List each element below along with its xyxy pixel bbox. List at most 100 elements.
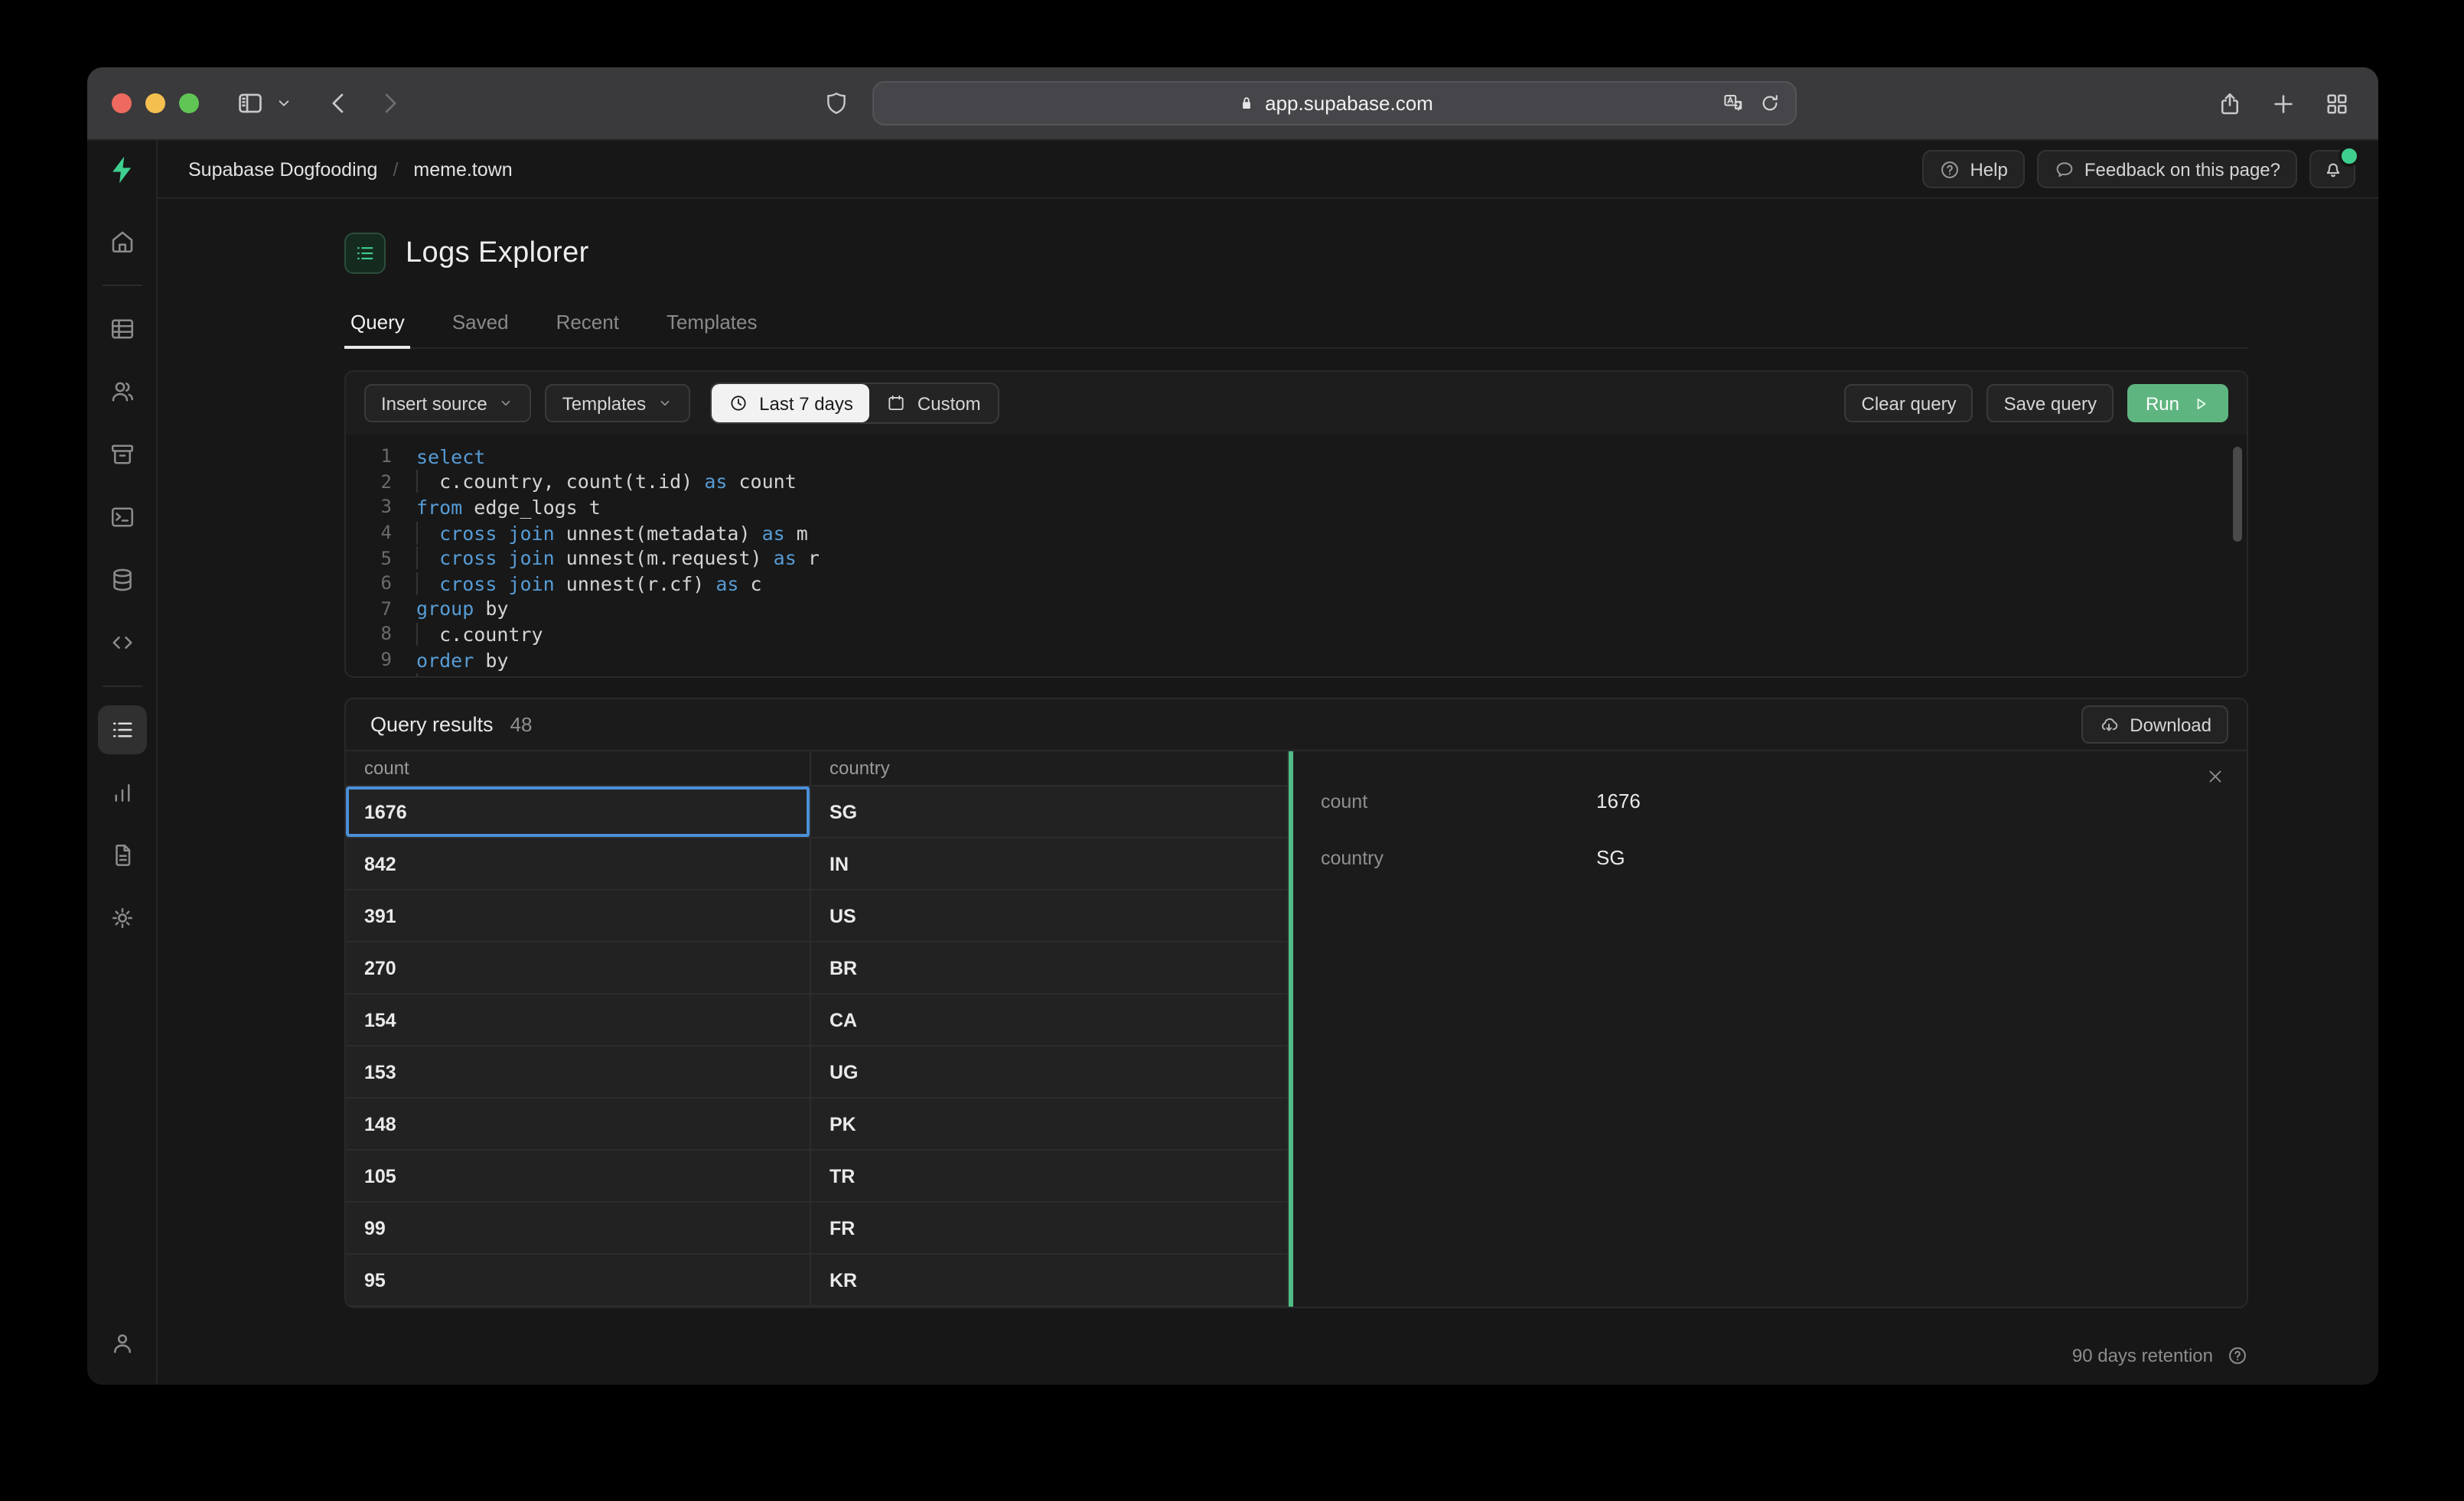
translate-icon[interactable] bbox=[1722, 92, 1745, 115]
table-row[interactable]: 148 PK bbox=[346, 1099, 1289, 1151]
feedback-button[interactable]: Feedback on this page? bbox=[2036, 150, 2297, 188]
supabase-logo[interactable] bbox=[87, 141, 156, 199]
sidebar-item-api[interactable] bbox=[97, 618, 146, 667]
results-body: count country 1676 SG 842 IN 391 US 270 BR 154 CA 15… bbox=[346, 751, 2247, 1307]
sidebar-item-logs-explorer[interactable] bbox=[97, 705, 146, 754]
sidebar-item-settings[interactable] bbox=[97, 894, 146, 943]
question-circle-icon[interactable] bbox=[2227, 1345, 2248, 1366]
cell-country[interactable]: TR bbox=[811, 1151, 1289, 1201]
editor-scrollbar[interactable] bbox=[2233, 447, 2242, 542]
sidebar-item-authentication[interactable] bbox=[97, 367, 146, 416]
table-row[interactable]: 99 FR bbox=[346, 1203, 1289, 1255]
table-row[interactable]: 270 BR bbox=[346, 943, 1289, 995]
cell-count[interactable]: 842 bbox=[346, 838, 811, 889]
insert-source-button[interactable]: Insert source bbox=[364, 384, 532, 422]
save-query-button[interactable]: Save query bbox=[1987, 384, 2114, 422]
clear-query-button[interactable]: Clear query bbox=[1844, 384, 1973, 422]
share-button[interactable] bbox=[2216, 90, 2244, 117]
templates-button[interactable]: Templates bbox=[545, 384, 691, 422]
chevron-down-icon bbox=[274, 93, 294, 113]
code-text: from edge_logs t bbox=[416, 495, 601, 519]
sidebar-item-storage[interactable] bbox=[97, 430, 146, 479]
range-label: Last 7 days bbox=[759, 392, 853, 414]
column-header-country[interactable]: country bbox=[811, 751, 1289, 785]
table-row[interactable]: 391 US bbox=[346, 891, 1289, 943]
page-title: Logs Explorer bbox=[406, 236, 589, 269]
sidebar-item-table-editor[interactable] bbox=[97, 304, 146, 353]
sql-editor[interactable]: 1 select 2 c.country, count(t.id) as count… bbox=[346, 435, 2247, 676]
tab-templates[interactable]: Templates bbox=[663, 301, 761, 347]
cell-country[interactable]: SG bbox=[811, 786, 1289, 837]
code-text: cross join unnest(m.request) as r bbox=[416, 546, 820, 569]
cell-count[interactable]: 154 bbox=[346, 995, 811, 1045]
breadcrumb-project[interactable]: meme.town bbox=[413, 158, 512, 180]
sidebar-item-sql-editor[interactable] bbox=[97, 493, 146, 542]
cell-count[interactable]: 1676 bbox=[346, 786, 811, 837]
cell-country[interactable]: US bbox=[811, 891, 1289, 941]
nav-rail-items bbox=[97, 217, 146, 943]
line-number: 10 bbox=[346, 674, 392, 676]
traffic-lights bbox=[112, 93, 199, 113]
tab-saved[interactable]: Saved bbox=[449, 301, 512, 347]
cell-count[interactable]: 270 bbox=[346, 943, 811, 993]
table-row[interactable]: 95 KR bbox=[346, 1255, 1289, 1307]
sidebar-item-reports[interactable] bbox=[97, 768, 146, 817]
reload-icon[interactable] bbox=[1758, 92, 1781, 115]
table-row[interactable]: 105 TR bbox=[346, 1151, 1289, 1203]
column-header-count[interactable]: count bbox=[346, 751, 811, 785]
sidebar-toggle-button[interactable] bbox=[236, 89, 265, 118]
cell-country[interactable]: CA bbox=[811, 995, 1289, 1045]
cell-count[interactable]: 391 bbox=[346, 891, 811, 941]
cell-country[interactable]: UG bbox=[811, 1047, 1289, 1097]
browser-toolbar: app.supabase.com bbox=[87, 67, 2378, 141]
table-row[interactable]: 842 IN bbox=[346, 838, 1289, 891]
results-count-badge: 48 bbox=[510, 713, 533, 736]
table-row[interactable]: 154 CA bbox=[346, 995, 1289, 1047]
download-button[interactable]: Download bbox=[2081, 705, 2228, 744]
range-last-7-days-button[interactable]: Last 7 days bbox=[712, 384, 870, 422]
sidebar-item-profile[interactable] bbox=[97, 1319, 146, 1368]
download-cloud-icon bbox=[2097, 714, 2119, 735]
cell-country[interactable]: KR bbox=[811, 1255, 1289, 1305]
help-button[interactable]: Help bbox=[1922, 150, 2025, 188]
line-number: 5 bbox=[380, 547, 392, 569]
cell-count[interactable]: 105 bbox=[346, 1151, 811, 1201]
tab-group-chevron-button[interactable] bbox=[274, 93, 294, 113]
cell-count[interactable]: 148 bbox=[346, 1099, 811, 1149]
sidebar-item-docs[interactable] bbox=[97, 831, 146, 880]
sidebar-item-home[interactable] bbox=[97, 217, 146, 266]
privacy-shield-icon[interactable] bbox=[823, 90, 849, 116]
cell-count[interactable]: 99 bbox=[346, 1203, 811, 1253]
desktop-background: app.supabase.com Supabase Dogfooding / m… bbox=[0, 0, 2464, 1501]
cell-count[interactable]: 153 bbox=[346, 1047, 811, 1097]
cell-country[interactable]: IN bbox=[811, 838, 1289, 889]
grid-icon bbox=[2323, 90, 2351, 117]
tab-recent[interactable]: Recent bbox=[553, 301, 622, 347]
cell-country[interactable]: BR bbox=[811, 943, 1289, 993]
range-custom-button[interactable]: Custom bbox=[870, 384, 998, 422]
save-query-label: Save query bbox=[2003, 392, 2097, 414]
window-minimize-button[interactable] bbox=[145, 93, 165, 113]
tab-query[interactable]: Query bbox=[344, 301, 412, 349]
breadcrumb-org[interactable]: Supabase Dogfooding bbox=[188, 158, 377, 180]
code-text: cross join unnest(metadata) as m bbox=[416, 521, 808, 544]
window-zoom-button[interactable] bbox=[179, 93, 199, 113]
tab-overview-button[interactable] bbox=[2323, 90, 2351, 117]
close-detail-button[interactable] bbox=[2205, 767, 2225, 786]
url-text: app.supabase.com bbox=[1265, 92, 1433, 115]
notifications-button[interactable] bbox=[2309, 145, 2360, 188]
cell-country[interactable]: FR bbox=[811, 1203, 1289, 1253]
window-close-button[interactable] bbox=[112, 93, 132, 113]
sidebar-item-database[interactable] bbox=[97, 555, 146, 604]
address-bar[interactable]: app.supabase.com bbox=[872, 81, 1797, 125]
detail-value: SG bbox=[1596, 846, 1625, 869]
run-query-button[interactable]: Run bbox=[2127, 384, 2228, 422]
cell-country[interactable]: PK bbox=[811, 1099, 1289, 1149]
back-button[interactable] bbox=[324, 89, 354, 118]
table-row[interactable]: 1676 SG bbox=[346, 786, 1289, 838]
new-tab-button[interactable] bbox=[2270, 90, 2297, 117]
cell-count[interactable]: 95 bbox=[346, 1255, 811, 1305]
forward-button[interactable] bbox=[375, 89, 404, 118]
table-row[interactable]: 153 UG bbox=[346, 1047, 1289, 1099]
table-icon bbox=[108, 315, 135, 343]
